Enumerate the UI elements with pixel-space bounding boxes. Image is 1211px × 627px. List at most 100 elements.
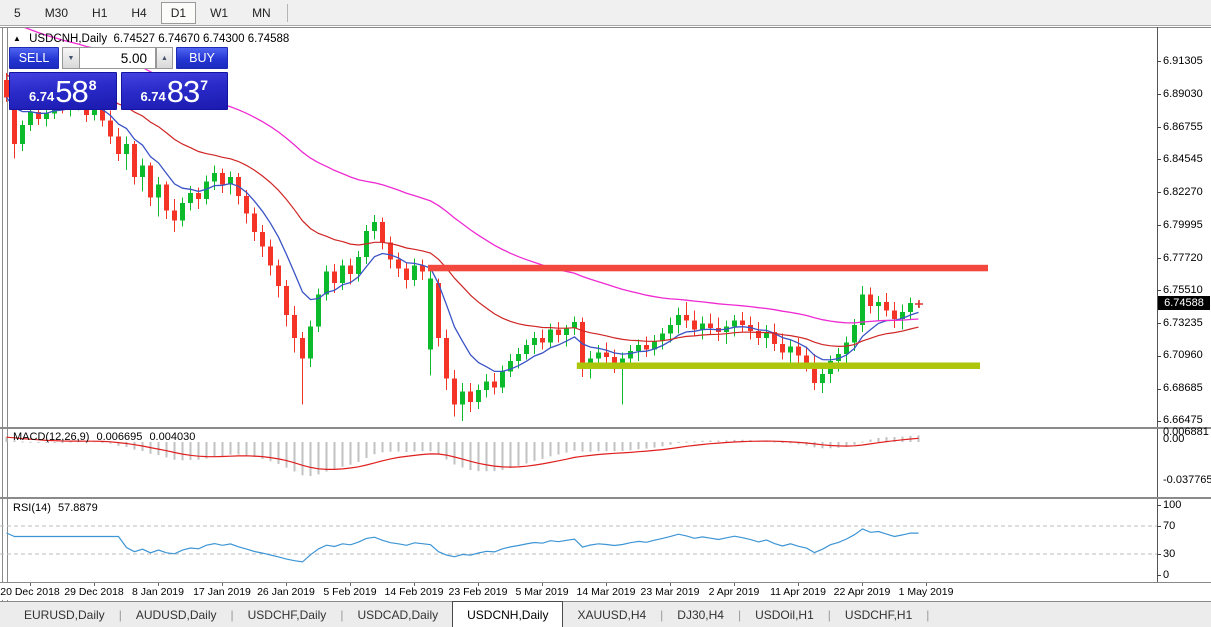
rsi-label: RSI(14) bbox=[13, 502, 51, 514]
one-click-trade-widget: SELL ▼ 5.00 ▲ BUY 6.74 58 8 6.74 83 7 bbox=[9, 47, 228, 110]
price-axis-tick bbox=[1157, 421, 1161, 422]
price-axis-tick bbox=[1157, 94, 1161, 95]
date-axis-label: 22 Apr 2019 bbox=[834, 586, 891, 598]
date-axis-label: 5 Feb 2019 bbox=[323, 586, 376, 598]
date-axis-label: 8 Jan 2019 bbox=[132, 586, 184, 598]
timeframe-button-mn[interactable]: MN bbox=[242, 2, 281, 24]
rsi-axis-tick bbox=[1157, 505, 1161, 506]
rsi-axis-label: 30 bbox=[1163, 548, 1175, 560]
date-axis-label: 26 Jan 2019 bbox=[257, 586, 315, 598]
date-axis-label: 23 Mar 2019 bbox=[641, 586, 700, 598]
chart-symbol-label: USDCNH,Daily bbox=[29, 33, 107, 45]
sell-price-big: 58 bbox=[55, 77, 87, 107]
price-axis-tick bbox=[1157, 258, 1161, 259]
chevron-down-icon: ▼ bbox=[68, 55, 75, 62]
rsi-header: RSI(14) 57.8879 bbox=[13, 502, 102, 514]
date-axis-label: 1 May 2019 bbox=[899, 586, 954, 598]
volume-input[interactable]: 5.00 bbox=[79, 47, 156, 69]
chart-tab-usdcnh-daily[interactable]: USDCNH,Daily bbox=[452, 601, 563, 627]
chart-tab-usdoil-h1[interactable]: USDOil,H1 bbox=[741, 602, 828, 627]
rsi-axis-tick bbox=[1157, 575, 1161, 576]
price-axis-tick bbox=[1157, 389, 1161, 390]
buy-price-big: 83 bbox=[167, 77, 199, 107]
rsi-value: 57.8879 bbox=[58, 502, 98, 514]
sell-price-prefix: 6.74 bbox=[29, 89, 54, 104]
chart-tab-usdcad-daily[interactable]: USDCAD,Daily bbox=[343, 602, 452, 627]
price-axis-label: 6.91305 bbox=[1163, 55, 1203, 67]
date-axis-label: 14 Mar 2019 bbox=[577, 586, 636, 598]
date-axis-label: 20 Dec 2018 bbox=[0, 586, 60, 598]
buy-quote-button[interactable]: 6.74 83 7 bbox=[121, 72, 229, 110]
price-axis-label: 6.89030 bbox=[1163, 88, 1203, 100]
price-axis-label: 6.73235 bbox=[1163, 317, 1203, 329]
chart-tab-usdchf-daily[interactable]: USDCHF,Daily bbox=[234, 602, 341, 627]
timeframe-button-d1[interactable]: D1 bbox=[161, 2, 196, 24]
price-axis-tick bbox=[1157, 159, 1161, 160]
buy-button[interactable]: BUY bbox=[176, 47, 228, 69]
chart-tab-audusd-daily[interactable]: AUDUSD,Daily bbox=[122, 602, 231, 627]
sell-button[interactable]: SELL bbox=[9, 47, 59, 69]
chart-tab-xauusd-h4[interactable]: XAUUSD,H4 bbox=[563, 602, 660, 627]
timeframe-toolbar: 5M30H1H4D1W1MN bbox=[0, 0, 1211, 26]
current-price-tag: 6.74588 bbox=[1158, 296, 1210, 310]
sell-quote-button[interactable]: 6.74 58 8 bbox=[9, 72, 117, 110]
date-axis-label: 17 Jan 2019 bbox=[193, 586, 251, 598]
price-axis-label: 6.79995 bbox=[1163, 219, 1203, 231]
rsi-axis-tick bbox=[1157, 554, 1161, 555]
date-axis-label: 2 Apr 2019 bbox=[709, 586, 760, 598]
timeframe-button-5[interactable]: 5 bbox=[4, 2, 31, 24]
date-axis: 20 Dec 2018 29 Dec 2018 8 Jan 2019 17 Jan 2… bbox=[0, 583, 1211, 600]
chart-ohlc-values: 6.74527 6.74670 6.74300 6.74588 bbox=[113, 33, 289, 45]
price-axis-tick bbox=[1157, 225, 1161, 226]
price-axis-tick bbox=[1157, 356, 1161, 357]
sell-price-pip: 8 bbox=[89, 77, 97, 93]
chart-tab-bar: EURUSD,Daily|AUDUSD,Daily|USDCHF,Daily|U… bbox=[0, 601, 1211, 627]
price-axis-tick bbox=[1157, 127, 1161, 128]
price-axis-label: 6.66475 bbox=[1163, 414, 1203, 426]
volume-increase-button[interactable]: ▲ bbox=[156, 47, 173, 69]
rsi-axis-tick bbox=[1157, 526, 1161, 527]
price-axis-label: 6.84545 bbox=[1163, 153, 1203, 165]
macd-axis-label: 0.00 bbox=[1163, 433, 1184, 445]
chart-tab-eurusd-daily[interactable]: EURUSD,Daily bbox=[10, 602, 119, 627]
timeframe-button-w1[interactable]: W1 bbox=[200, 2, 238, 24]
buy-price-prefix: 6.74 bbox=[140, 89, 165, 104]
chevron-up-icon: ▲ bbox=[161, 55, 168, 62]
rsi-axis-label: 70 bbox=[1163, 520, 1175, 532]
price-axis-label: 6.68685 bbox=[1163, 382, 1203, 394]
toolbar-separator bbox=[287, 4, 288, 22]
price-axis-label: 6.86755 bbox=[1163, 121, 1203, 133]
rsi-axis-label: 100 bbox=[1163, 499, 1181, 511]
chart-tab-dj30-h4[interactable]: DJ30,H4 bbox=[663, 602, 738, 627]
macd-main-value: 0.006695 bbox=[96, 431, 142, 443]
date-axis-label: 29 Dec 2018 bbox=[64, 586, 124, 598]
price-axis-tick bbox=[1157, 323, 1161, 324]
timeframe-button-m30[interactable]: M30 bbox=[35, 2, 78, 24]
collapse-triangle-icon[interactable]: ▲ bbox=[13, 34, 21, 43]
macd-header: MACD(12,26,9) 0.006695 0.004030 bbox=[13, 431, 199, 443]
date-axis-label: 14 Feb 2019 bbox=[385, 586, 444, 598]
price-axis-label: 6.70960 bbox=[1163, 349, 1203, 361]
macd-signal-value: 0.004030 bbox=[149, 431, 195, 443]
date-axis-label: 11 Apr 2019 bbox=[770, 586, 826, 598]
tab-separator: | bbox=[926, 602, 929, 627]
chart-header: ▲ USDCNH,Daily 6.74527 6.74670 6.74300 6… bbox=[13, 33, 289, 45]
price-axis-label: 6.75510 bbox=[1163, 284, 1203, 296]
macd-label: MACD(12,26,9) bbox=[13, 431, 89, 443]
price-axis-tick bbox=[1157, 290, 1161, 291]
chart-tab-usdchf-h1[interactable]: USDCHF,H1 bbox=[831, 602, 926, 627]
trading-terminal: 5M30H1H4D1W1MN ▲ USDCNH,Daily 6.74527 6.… bbox=[0, 0, 1211, 627]
rsi-indicator-chart[interactable] bbox=[0, 499, 1157, 582]
timeframe-button-h1[interactable]: H1 bbox=[82, 2, 117, 24]
timeframe-button-h4[interactable]: H4 bbox=[121, 2, 156, 24]
price-axis-tick bbox=[1157, 61, 1161, 62]
date-axis-label: 5 Mar 2019 bbox=[515, 586, 568, 598]
price-axis-label: 6.77720 bbox=[1163, 252, 1203, 264]
rsi-axis-label: 0 bbox=[1163, 569, 1169, 581]
volume-decrease-button[interactable]: ▼ bbox=[62, 47, 79, 69]
price-axis-label: 6.82270 bbox=[1163, 186, 1203, 198]
date-axis-label: 23 Feb 2019 bbox=[449, 586, 508, 598]
macd-axis-label: -0.037765 bbox=[1163, 474, 1211, 486]
buy-price-pip: 7 bbox=[200, 77, 208, 93]
price-axis-tick bbox=[1157, 192, 1161, 193]
